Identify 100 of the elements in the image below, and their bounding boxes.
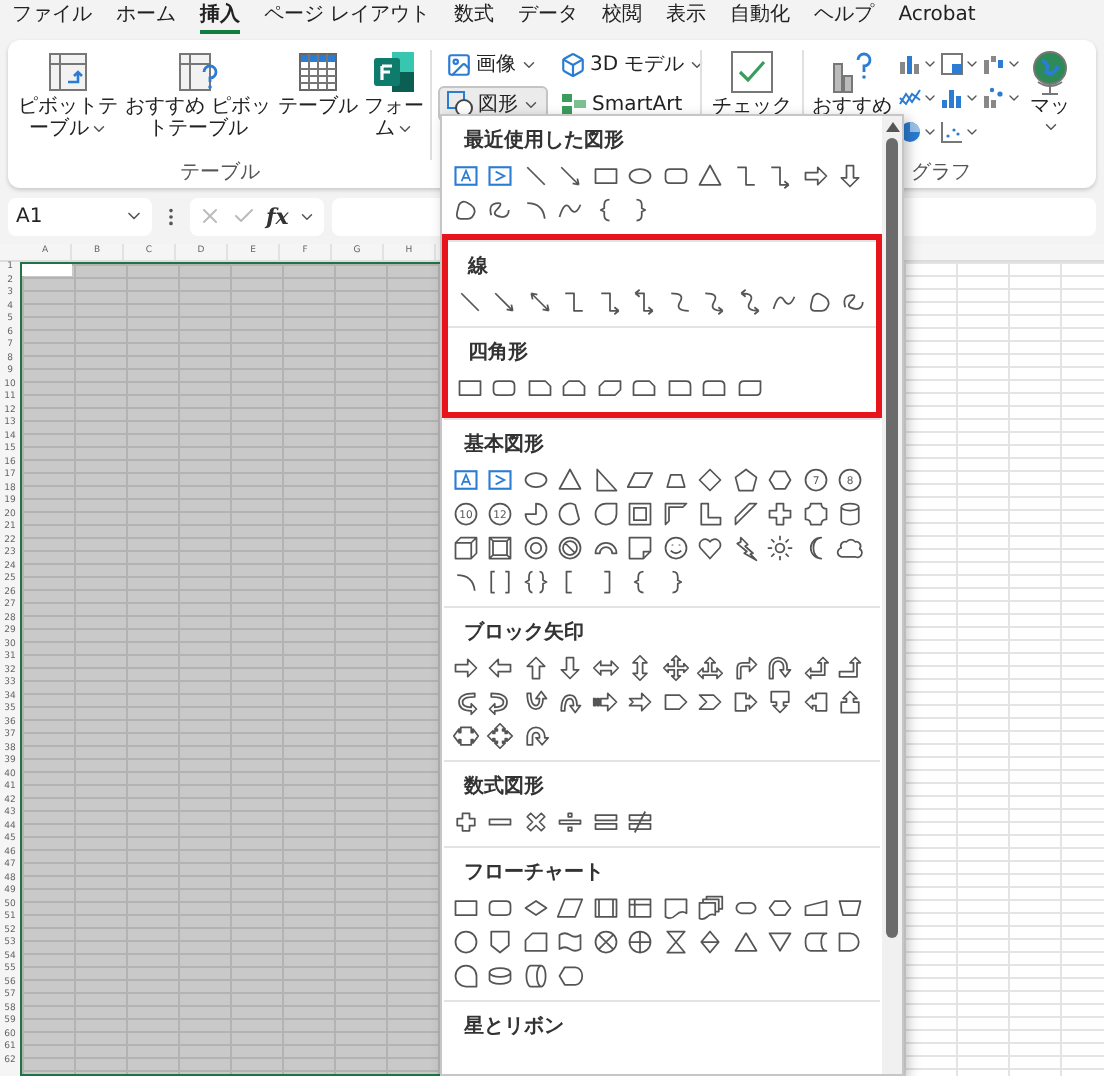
active-cell[interactable] (22, 264, 72, 275)
double-bracket-shape-icon[interactable] (486, 567, 515, 595)
pivot-table-button[interactable]: ピボットテーブル (16, 46, 120, 142)
ribbon-tab[interactable]: ファイル (12, 2, 92, 34)
ribbon-tab[interactable]: 自動化 (730, 2, 791, 34)
recommended-pivot-button[interactable]: おすすめ ピボットテーブル (124, 46, 272, 142)
elbow-arrow-shape-icon[interactable] (766, 161, 795, 189)
curved-up-arrow-shape-icon[interactable] (521, 687, 550, 715)
vertical-textbox-shape-icon[interactable] (486, 465, 515, 493)
half-frame-shape-icon[interactable] (661, 499, 690, 527)
sequential-access-shape-icon[interactable] (451, 961, 480, 989)
plaque-shape-icon[interactable] (801, 499, 830, 527)
ribbon-tab[interactable]: 表示 (666, 2, 707, 34)
freeform-shape-icon[interactable] (805, 287, 834, 315)
line-shape-icon[interactable] (521, 161, 550, 189)
striped-right-arrow-shape-icon[interactable] (591, 687, 620, 715)
bent-up-arrow-shape-icon[interactable] (836, 653, 865, 681)
u-turn-arrow-shape-icon[interactable] (766, 653, 795, 681)
no-symbol-shape-icon[interactable] (556, 533, 585, 561)
down-callout-shape-icon[interactable] (766, 687, 795, 715)
triangle-shape-icon[interactable] (556, 465, 585, 493)
arrow-shape-icon[interactable] (556, 161, 585, 189)
can-shape-icon[interactable] (836, 499, 865, 527)
table-button[interactable]: テーブル (276, 46, 360, 120)
donut-shape-icon[interactable] (521, 533, 550, 561)
internal-storage-shape-icon[interactable] (626, 893, 655, 921)
arrow-shape-icon[interactable] (490, 287, 519, 315)
document-shape-icon[interactable] (661, 893, 690, 921)
extract-shape-icon[interactable] (731, 927, 760, 955)
heart-shape-icon[interactable] (696, 533, 725, 561)
hexagon-shape-icon[interactable] (766, 465, 795, 493)
right-arrow-shape-icon[interactable] (801, 161, 830, 189)
circular-arrow-shape-icon[interactable] (521, 721, 550, 749)
elbow-shape-icon[interactable] (731, 161, 760, 189)
card-shape-icon[interactable] (521, 927, 550, 955)
pie-shape-icon[interactable] (521, 499, 550, 527)
map-chart-button[interactable]: マッ (1028, 46, 1072, 138)
diagonal-stripe-shape-icon[interactable] (731, 499, 760, 527)
chord-shape-icon[interactable] (556, 499, 585, 527)
multiply-shape-icon[interactable] (521, 807, 550, 835)
double-arrow-shape-icon[interactable] (525, 287, 554, 315)
sun-shape-icon[interactable] (766, 533, 795, 561)
insert-function-button[interactable]: fx (266, 203, 289, 229)
pentagon-shape-icon[interactable] (731, 465, 760, 493)
multidocument-shape-icon[interactable] (696, 893, 725, 921)
sort-shape-icon[interactable] (696, 927, 725, 955)
right-arrow-shape-icon[interactable] (451, 653, 480, 681)
notched-right-arrow-shape-icon[interactable] (626, 687, 655, 715)
stored-data-shape-icon[interactable] (801, 927, 830, 955)
ribbon-tab[interactable]: ホーム (116, 2, 176, 34)
right-triangle-shape-icon[interactable] (591, 465, 620, 493)
up-arrow-shape-icon[interactable] (521, 653, 550, 681)
textbox-shape-icon[interactable] (451, 465, 480, 493)
quad-arrow-shape-icon[interactable] (661, 653, 690, 681)
elbow-arrow-shape-icon[interactable] (595, 287, 624, 315)
predefined-process-shape-icon[interactable] (591, 893, 620, 921)
diamond-shape-icon[interactable] (696, 465, 725, 493)
plus-shape-icon[interactable] (451, 807, 480, 835)
left-right-up-arrow-shape-icon[interactable] (696, 653, 725, 681)
curved-connector-shape-icon[interactable] (665, 287, 694, 315)
textbox-shape-icon[interactable] (451, 161, 480, 189)
not-equal-shape-icon[interactable] (626, 807, 655, 835)
cube-shape-icon[interactable] (451, 533, 480, 561)
ribbon-tab[interactable]: Acrobat (898, 2, 976, 34)
display-shape-icon[interactable] (556, 961, 585, 989)
elbow-shape-icon[interactable] (560, 287, 589, 315)
image-button[interactable]: 画像 (438, 46, 548, 82)
line-shape-icon[interactable] (455, 287, 484, 315)
freeform-shape-icon[interactable] (451, 195, 480, 223)
up-callout-shape-icon[interactable] (836, 687, 865, 715)
merge-shape-icon[interactable] (766, 927, 795, 955)
divide-shape-icon[interactable] (556, 807, 585, 835)
quad-callout-shape-icon[interactable] (486, 721, 515, 749)
check-icon[interactable] (232, 204, 256, 228)
summing-junction-shape-icon[interactable] (591, 927, 620, 955)
off-page-connector-shape-icon[interactable] (486, 927, 515, 955)
bevel-shape-icon[interactable] (486, 533, 515, 561)
down-arrow-shape-icon[interactable] (556, 653, 585, 681)
or-shape-icon[interactable] (626, 927, 655, 955)
ribbon-tab[interactable]: 数式 (454, 2, 495, 34)
punched-tape-shape-icon[interactable] (556, 927, 585, 955)
ribbon-tab[interactable]: ページ レイアウト (264, 2, 431, 34)
left-right-callout-shape-icon[interactable] (451, 721, 480, 749)
bent-arrow-shape-icon[interactable] (731, 653, 760, 681)
down-arrow-shape-icon[interactable] (836, 161, 865, 189)
collate-shape-icon[interactable] (661, 927, 690, 955)
ribbon-tab[interactable]: 挿入 (200, 2, 240, 34)
triangle-shape-icon[interactable] (696, 161, 725, 189)
data-shape-icon[interactable] (556, 893, 585, 921)
ribbon-tab[interactable]: データ (518, 2, 579, 34)
double-brace-shape-icon[interactable] (521, 567, 550, 595)
lightning-shape-icon[interactable] (731, 533, 760, 561)
curved-double-arrow-shape-icon[interactable] (735, 287, 764, 315)
left-callout-shape-icon[interactable] (801, 687, 830, 715)
cloud-shape-icon[interactable] (836, 533, 865, 561)
ribbon-tab[interactable]: ヘルプ (814, 2, 875, 34)
folded-corner-shape-icon[interactable] (626, 533, 655, 561)
scroll-up-icon[interactable] (885, 122, 899, 132)
frame-shape-icon[interactable] (626, 499, 655, 527)
scrollbar-thumb[interactable] (886, 138, 898, 938)
